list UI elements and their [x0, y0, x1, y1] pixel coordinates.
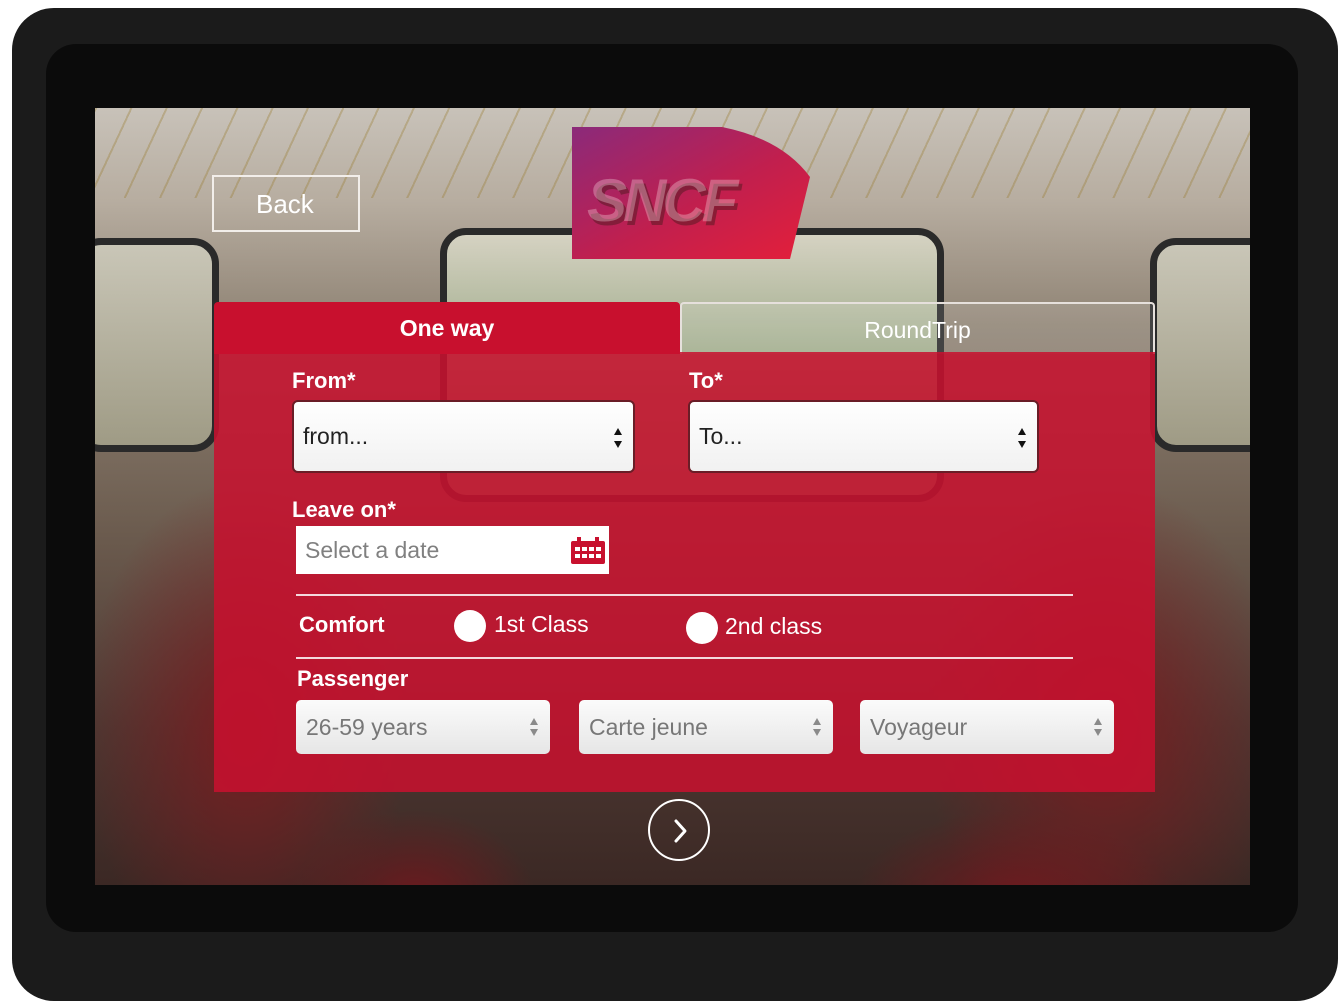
comfort-label: Comfort [299, 612, 385, 637]
next-button[interactable] [648, 799, 710, 861]
select-arrows-icon [530, 718, 538, 736]
tab-one-way[interactable]: One way [214, 302, 680, 354]
radio-1st-class[interactable] [454, 610, 486, 642]
to-select-value: To... [699, 423, 743, 449]
traveler-type-select[interactable]: Voyageur [860, 700, 1114, 754]
divider [296, 594, 1073, 596]
divider [296, 657, 1073, 659]
radio-1st-class-label: 1st Class [494, 611, 589, 637]
radio-2nd-class[interactable] [686, 612, 718, 644]
card-select-value: Carte jeune [589, 714, 708, 740]
card-select[interactable]: Carte jeune [579, 700, 833, 754]
tab-roundtrip[interactable]: RoundTrip [680, 302, 1155, 354]
chevron-right-icon [674, 819, 687, 843]
radio-2nd-class-label: 2nd class [725, 613, 823, 639]
from-select-value: from... [303, 423, 369, 449]
age-select-value: 26-59 years [306, 714, 428, 740]
date-input[interactable]: Select a date [296, 526, 609, 574]
passenger-label: Passenger [297, 666, 409, 691]
select-arrows-icon [1094, 718, 1102, 736]
to-label: To* [689, 368, 723, 393]
train-window-right [1150, 238, 1250, 452]
age-select[interactable]: 26-59 years [296, 700, 550, 754]
select-arrows-icon [813, 718, 821, 736]
from-label: From* [292, 368, 356, 393]
sncf-logo: SNCF SNCF [572, 127, 810, 259]
back-button[interactable]: Back [212, 175, 360, 232]
leave-on-label: Leave on* [292, 497, 396, 522]
select-arrows-icon [614, 428, 622, 448]
traveler-type-select-value: Voyageur [870, 714, 968, 740]
date-placeholder: Select a date [305, 537, 440, 563]
logo-text: SNCF [587, 167, 740, 234]
select-arrows-icon [1018, 428, 1026, 448]
train-window-left [95, 238, 219, 452]
calendar-icon[interactable] [570, 537, 606, 565]
to-select[interactable]: To... [688, 400, 1039, 473]
from-select[interactable]: from... [292, 400, 635, 473]
